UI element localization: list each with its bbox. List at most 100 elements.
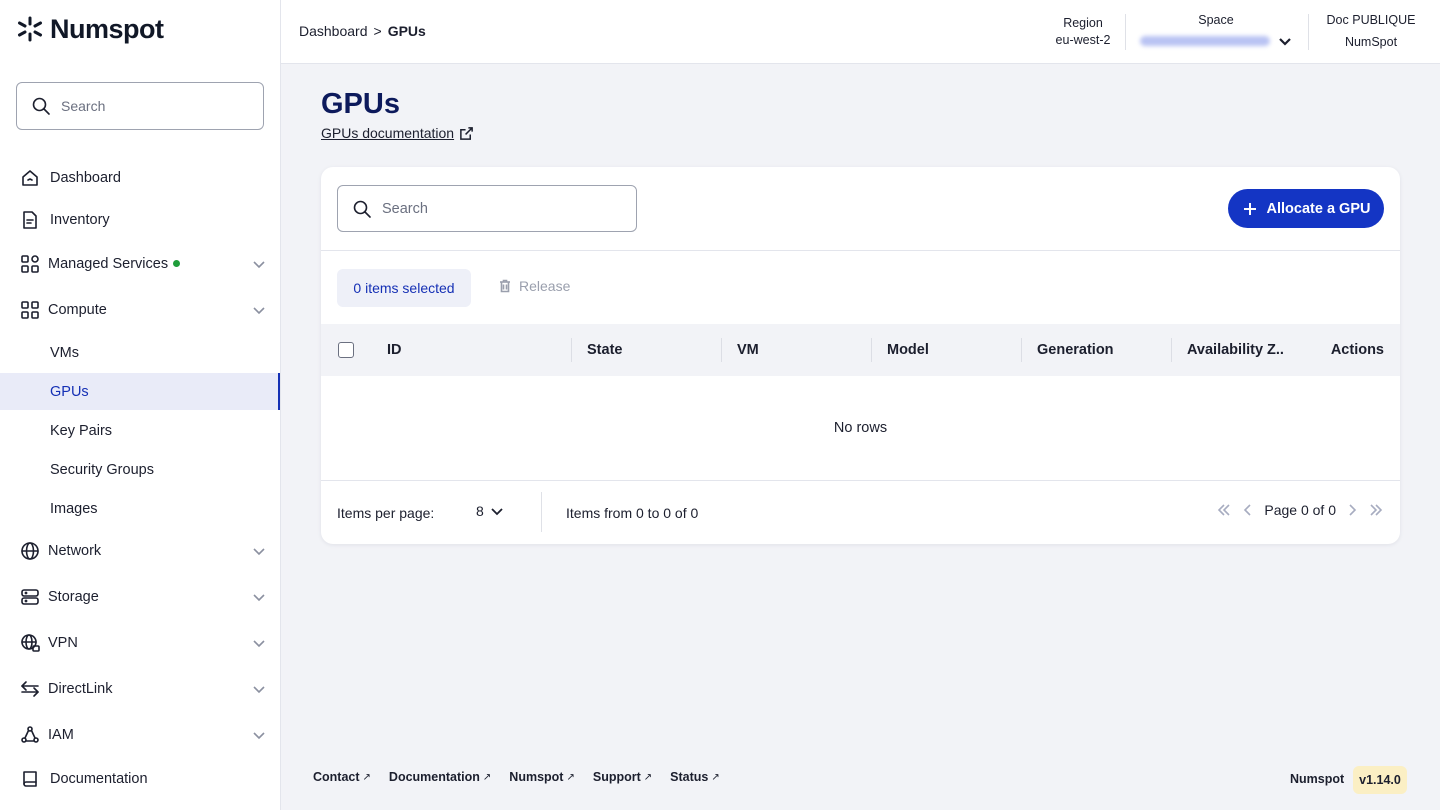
breadcrumb-separator: > bbox=[373, 23, 382, 39]
sidebar-item-label: Network bbox=[48, 543, 102, 559]
arrow-up-right-icon: ↗ bbox=[566, 771, 575, 783]
footer-link-label: Status bbox=[670, 770, 709, 784]
column-header-id[interactable]: ID bbox=[387, 324, 402, 376]
page-navigation: Page 0 of 0 bbox=[1216, 502, 1384, 518]
previous-page-icon[interactable] bbox=[1240, 502, 1256, 518]
managed-services-label: Managed Services bbox=[48, 256, 169, 272]
column-separator[interactable] bbox=[871, 338, 872, 362]
gpus-documentation-link[interactable]: GPUs documentation bbox=[321, 125, 474, 141]
sidebar-item-vpn[interactable]: VPN bbox=[0, 624, 280, 662]
sidebar-item-documentation[interactable]: Documentation bbox=[0, 760, 280, 798]
footer-link-contact[interactable]: Contact ↗ bbox=[313, 770, 371, 784]
next-page-icon[interactable] bbox=[1344, 502, 1360, 518]
sidebar-item-label: Compute bbox=[48, 302, 107, 318]
allocate-gpu-button[interactable]: Allocate a GPU bbox=[1228, 189, 1384, 228]
org-label: Doc PUBLIQUE bbox=[1326, 13, 1416, 27]
arrow-up-right-icon: ↗ bbox=[643, 771, 653, 783]
chevron-down-icon[interactable] bbox=[252, 590, 266, 604]
page-indicator: Page 0 of 0 bbox=[1264, 502, 1336, 518]
sidebar: Numspot Dashboard Inventory Managed Serv… bbox=[0, 0, 281, 810]
trash-icon bbox=[500, 279, 510, 293]
numspot-logo[interactable]: Numspot bbox=[16, 13, 164, 45]
sidebar-item-key-pairs[interactable]: Key Pairs bbox=[0, 412, 280, 449]
footer-link-support[interactable]: Support ↗ bbox=[593, 770, 652, 784]
sidebar-search-input[interactable] bbox=[61, 98, 251, 114]
sidebar-item-security-groups[interactable]: Security Groups bbox=[0, 451, 280, 488]
sidebar-item-vms[interactable]: VMs bbox=[0, 334, 280, 371]
chevron-down-icon[interactable] bbox=[1278, 34, 1292, 48]
release-button[interactable]: Release bbox=[498, 278, 570, 294]
sidebar-item-managed-services[interactable]: Managed Services bbox=[0, 245, 280, 283]
table-search[interactable] bbox=[337, 185, 637, 232]
column-separator[interactable] bbox=[1021, 338, 1022, 362]
numspot-logo-icon bbox=[18, 16, 42, 42]
space-label: Space bbox=[1198, 13, 1234, 27]
column-header-model[interactable]: Model bbox=[887, 324, 929, 376]
sidebar-item-storage[interactable]: Storage bbox=[0, 578, 280, 616]
chevron-down-icon[interactable] bbox=[252, 682, 266, 696]
region-display: Region eu-west-2 bbox=[1041, 0, 1125, 64]
footer-link-status[interactable]: Status ↗ bbox=[670, 770, 720, 784]
column-separator[interactable] bbox=[1171, 338, 1172, 362]
sidebar-item-label: IAM bbox=[48, 727, 74, 743]
selection-count: 0 items selected bbox=[337, 269, 471, 307]
breadcrumb-parent[interactable]: Dashboard bbox=[299, 23, 368, 39]
footer-links: Contact ↗ Documentation ↗ Numspot ↗ Support… bbox=[313, 770, 720, 784]
sidebar-item-label: Storage bbox=[48, 589, 99, 605]
select-all-checkbox[interactable] bbox=[338, 342, 354, 358]
chevron-down-icon bbox=[491, 508, 503, 516]
brand-name: Numspot bbox=[50, 13, 164, 44]
globe-icon bbox=[21, 542, 39, 560]
space-dropdown[interactable] bbox=[1126, 34, 1306, 48]
column-separator[interactable] bbox=[721, 338, 722, 362]
space-selector[interactable]: Space bbox=[1126, 0, 1306, 64]
header-divider bbox=[1308, 14, 1309, 50]
empty-state: No rows bbox=[833, 420, 888, 436]
search-icon bbox=[32, 97, 50, 115]
sidebar-item-label: Documentation bbox=[50, 771, 148, 787]
sidebar-item-inventory[interactable]: Inventory bbox=[0, 201, 280, 239]
doc-link-text: GPUs documentation bbox=[321, 125, 455, 141]
grid-services-icon bbox=[21, 255, 39, 273]
sidebar-item-compute[interactable]: Compute bbox=[0, 291, 280, 329]
items-per-page-select[interactable]: 8 bbox=[476, 503, 504, 519]
table-header: ID State VM Model Generation Availabilit… bbox=[321, 324, 1400, 376]
last-page-icon[interactable] bbox=[1368, 502, 1384, 518]
column-header-actions: Actions bbox=[1330, 342, 1384, 358]
sidebar-item-label: Inventory bbox=[50, 212, 110, 228]
space-value-redacted bbox=[1140, 36, 1270, 46]
first-page-icon[interactable] bbox=[1216, 502, 1232, 518]
sidebar-item-images[interactable]: Images bbox=[0, 490, 280, 527]
sidebar-item-network[interactable]: Network bbox=[0, 532, 280, 570]
column-header-generation[interactable]: Generation bbox=[1037, 324, 1114, 376]
gpus-table-card: Allocate a GPU 0 items selected Release … bbox=[321, 167, 1400, 544]
column-separator[interactable] bbox=[571, 338, 572, 362]
organization-display[interactable]: Doc PUBLIQUE NumSpot bbox=[1311, 0, 1431, 64]
status-dot bbox=[173, 259, 181, 267]
footer-link-label: Documentation bbox=[388, 770, 480, 784]
org-value: NumSpot bbox=[1344, 35, 1398, 49]
footer-link-documentation[interactable]: Documentation ↗ bbox=[389, 770, 491, 784]
sidebar-item-dashboard[interactable]: Dashboard bbox=[0, 159, 280, 197]
region-value: eu-west-2 bbox=[1055, 33, 1111, 47]
column-header-availability-zone[interactable]: Availability Z.. bbox=[1187, 324, 1284, 376]
chevron-down-icon[interactable] bbox=[252, 257, 266, 271]
chevron-down-icon[interactable] bbox=[252, 544, 266, 558]
column-header-state[interactable]: State bbox=[587, 324, 622, 376]
sidebar-item-iam[interactable]: IAM bbox=[0, 716, 280, 754]
footer-link-numspot[interactable]: Numspot ↗ bbox=[509, 770, 575, 784]
table-search-input[interactable] bbox=[382, 200, 612, 217]
column-header-vm[interactable]: VM bbox=[737, 324, 759, 376]
sidebar-item-directlink[interactable]: DirectLink bbox=[0, 670, 280, 708]
chevron-down-icon[interactable] bbox=[252, 728, 266, 742]
sidebar-item-gpus[interactable]: GPUs bbox=[0, 373, 280, 410]
items-per-page-value: 8 bbox=[476, 503, 484, 519]
globe-lock-icon bbox=[21, 634, 40, 652]
chevron-down-icon[interactable] bbox=[252, 303, 266, 317]
arrows-exchange-icon bbox=[21, 681, 39, 697]
search-icon bbox=[353, 200, 371, 218]
allocate-gpu-label: Allocate a GPU bbox=[1266, 200, 1371, 217]
sidebar-search[interactable] bbox=[16, 82, 264, 130]
arrow-up-right-icon: ↗ bbox=[362, 771, 371, 783]
chevron-down-icon[interactable] bbox=[252, 636, 266, 650]
